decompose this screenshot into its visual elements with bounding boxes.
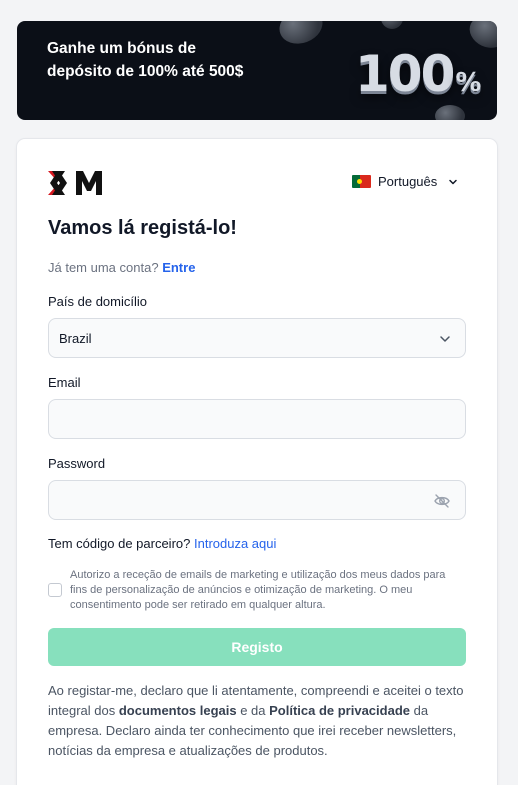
coin-graphic — [274, 21, 328, 50]
page-title: Vamos lá registá-lo! — [48, 217, 237, 239]
password-input[interactable] — [49, 481, 465, 519]
banner-text: Ganhe um bónus de depósito de 100% até 5… — [47, 40, 244, 80]
register-button[interactable]: Registo — [48, 628, 466, 666]
promo-banner[interactable]: Ganhe um bónus de depósito de 100% até 5… — [17, 21, 497, 120]
language-label: Português — [378, 174, 438, 189]
legal-disclaimer: Ao registar-me, declaro que li atentamen… — [48, 683, 464, 758]
country-value: Brazil — [59, 331, 92, 346]
coin-graphic — [381, 21, 403, 29]
country-select[interactable]: Brazil — [48, 318, 466, 358]
xm-logo — [48, 171, 102, 195]
chevron-down-icon — [440, 336, 450, 342]
eye-off-icon[interactable] — [433, 492, 451, 510]
login-link[interactable]: Entre — [162, 260, 195, 275]
marketing-consent-checkbox[interactable] — [48, 583, 62, 597]
email-input[interactable] — [49, 400, 465, 438]
marketing-consent-text: Autorizo a receção de emails de marketin… — [70, 569, 446, 611]
chevron-down-icon — [449, 179, 458, 184]
partner-code-link[interactable]: Introduza aqui — [194, 536, 276, 551]
have-account-line: Já tem uma conta? Entre — [48, 260, 196, 275]
privacy-policy-link[interactable]: Política de privacidade — [269, 703, 410, 718]
registration-card: Português Vamos lá registá-lo! Já tem um… — [17, 139, 497, 785]
portugal-flag-icon — [352, 175, 371, 188]
password-label: Password — [48, 456, 106, 471]
coin-graphic — [435, 105, 465, 120]
email-label: Email — [48, 375, 81, 390]
banner-100-graphic: 100% — [355, 45, 482, 103]
email-field[interactable] — [48, 399, 466, 439]
legal-documents-link[interactable]: documentos legais — [119, 703, 237, 718]
password-field[interactable] — [48, 480, 466, 520]
partner-code-line: Tem código de parceiro? Introduza aqui — [48, 536, 277, 551]
country-label: País de domicílio — [48, 294, 147, 309]
language-selector[interactable]: Português — [352, 174, 458, 189]
